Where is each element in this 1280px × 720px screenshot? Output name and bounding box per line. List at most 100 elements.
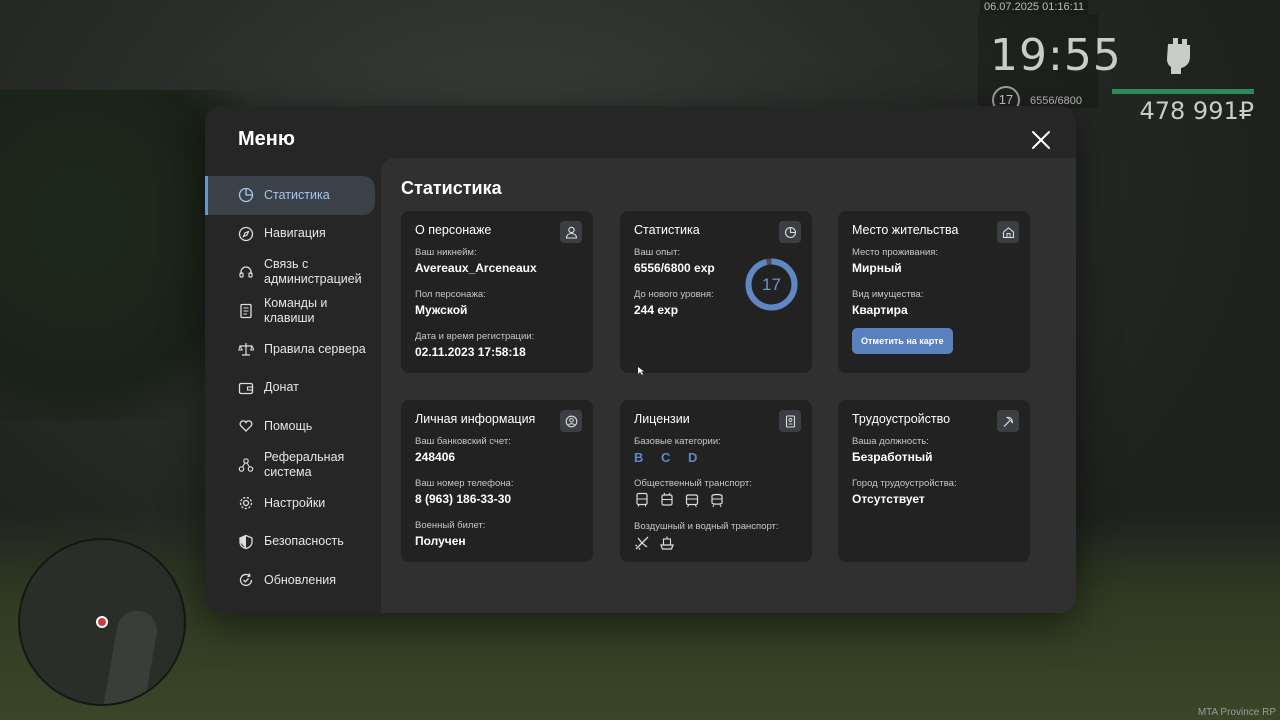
user-circle-icon	[565, 415, 577, 427]
pie-chart-icon	[238, 188, 254, 203]
registration-label: Дата и время регистрации:	[415, 331, 535, 342]
card-character: О персонаже Ваш никнейм: Avereaux_Arcene…	[401, 211, 593, 373]
military-id-value: Получен	[415, 534, 466, 548]
gender-label: Пол персонажа:	[415, 289, 486, 300]
sidebar-item-label: Связь с администрацией	[264, 257, 362, 287]
sidebar-item-admin-contact[interactable]: Связь с администрацией	[205, 253, 381, 292]
close-button[interactable]	[1029, 128, 1053, 152]
wallet-icon	[238, 382, 254, 394]
military-id-label: Военный билет:	[415, 520, 486, 531]
home-icon	[1002, 226, 1014, 238]
sidebar-item-label: Донат	[264, 380, 299, 395]
menu-window: Меню Статистика Навигация Связь с админи…	[205, 106, 1076, 613]
watermark: MTA Province RP	[1197, 707, 1276, 718]
sidebar-item-updates[interactable]: Обновления	[205, 561, 381, 600]
document-icon	[240, 303, 252, 318]
sidebar-item-commands[interactable]: Команды и клавиши	[205, 292, 381, 331]
sidebar-item-donate[interactable]: Донат	[205, 369, 381, 408]
sidebar-item-label: Правила сервера	[264, 341, 366, 356]
residence-place-value: Мирный	[852, 261, 902, 275]
sidebar-item-label: Настройки	[264, 495, 326, 510]
card-residence: Место жительства Место проживания: Мирны…	[838, 211, 1030, 373]
sidebar-item-rules[interactable]: Правила сервера	[205, 330, 381, 369]
content-panel: Статистика О персонаже Ваш никнейм: Aver…	[381, 158, 1076, 613]
card-title: Трудоустройство	[852, 412, 951, 426]
headset-icon	[239, 266, 253, 278]
sidebar-item-navigation[interactable]: Навигация	[205, 215, 381, 254]
position-value: Безработный	[852, 450, 933, 464]
nickname-value: Avereaux_Arceneaux	[415, 261, 537, 275]
gear-icon	[239, 497, 253, 510]
card-title: Лицензии	[634, 412, 690, 426]
heart-hand-icon	[239, 420, 253, 433]
license-icon	[785, 414, 795, 428]
sidebar: Статистика Навигация Связь с администрац…	[205, 176, 381, 600]
sidebar-item-label: Помощь	[264, 418, 313, 433]
page-title: Статистика	[401, 178, 502, 198]
card-icon-box	[779, 221, 801, 243]
air-water-transport-label: Воздушный и водный транспорт:	[634, 521, 779, 532]
registration-value: 02.11.2023 17:58:18	[415, 345, 526, 359]
base-categories-label: Базовые категории:	[634, 436, 721, 447]
sidebar-item-label: Безопасность	[264, 534, 344, 549]
air-water-transport-icons	[634, 535, 798, 551]
card-personal-info: Личная информация Ваш банковский счет: 2…	[401, 400, 593, 562]
card-title: Место жительства	[852, 223, 959, 237]
license-categories: B C D	[634, 450, 705, 465]
shield-icon	[239, 534, 253, 549]
scales-icon	[238, 343, 254, 356]
network-icon	[238, 457, 254, 472]
boat-icon	[660, 536, 674, 550]
job-city-value: Отсутствует	[852, 492, 925, 506]
nickname-label: Ваш никнейм:	[415, 247, 477, 258]
card-icon-box	[560, 221, 582, 243]
airplane-icon	[635, 536, 649, 550]
property-type-value: Квартира	[852, 303, 908, 317]
sidebar-item-help[interactable]: Помощь	[205, 407, 381, 446]
card-title: О персонаже	[415, 223, 492, 237]
card-licenses: Лицензии Базовые категории: B C D Общест…	[620, 400, 812, 562]
level-number: 17	[762, 275, 781, 294]
pie-chart-icon	[784, 226, 796, 238]
metro-icon	[711, 493, 723, 508]
card-title: Статистика	[634, 223, 700, 237]
sidebar-item-label: Команды и клавиши	[264, 295, 328, 325]
mouse-cursor	[638, 367, 644, 375]
job-city-label: Город трудоустройства:	[852, 478, 957, 489]
phone-label: Ваш номер телефона:	[415, 478, 514, 489]
card-statistics: Статистика Ваш опыт: 6556/6800 exp До но…	[620, 211, 812, 373]
compass-icon	[238, 226, 254, 241]
sidebar-item-settings[interactable]: Настройки	[205, 484, 381, 523]
bank-account-label: Ваш банковский счет:	[415, 436, 511, 447]
user-icon	[565, 226, 577, 239]
sidebar-item-referral[interactable]: Реферальная система	[205, 446, 381, 485]
card-title: Личная информация	[415, 412, 536, 426]
pickaxe-icon	[1003, 416, 1013, 427]
hud-health-bar	[1112, 89, 1254, 94]
property-type-label: Вид имущества:	[852, 289, 924, 300]
tram-icon	[685, 494, 699, 508]
phone-value: 8 (963) 186-33-30	[415, 492, 512, 506]
card-icon-box	[779, 410, 801, 432]
mark-on-map-button[interactable]: Отметить на карте	[852, 328, 953, 354]
card-employment: Трудоустройство Ваша должность: Безработ…	[838, 400, 1030, 562]
sidebar-item-label: Статистика	[264, 187, 330, 202]
residence-place-label: Место проживания:	[852, 247, 939, 258]
minimap	[18, 538, 186, 706]
hud-money: 478 991₽	[1139, 97, 1254, 125]
position-label: Ваша должность:	[852, 436, 929, 447]
hud-clock: 19:55	[990, 30, 1122, 81]
sidebar-item-statistics[interactable]: Статистика	[205, 176, 375, 215]
sidebar-item-label: Реферальная система	[264, 449, 345, 479]
menu-title: Меню	[238, 128, 295, 150]
card-icon-box	[560, 410, 582, 432]
card-icon-box	[997, 221, 1019, 243]
fist-icon	[1167, 38, 1190, 74]
bank-account-value: 248406	[415, 450, 456, 464]
trolleybus-icon	[661, 492, 673, 506]
sidebar-item-security[interactable]: Безопасность	[205, 523, 381, 562]
update-icon	[239, 573, 253, 587]
sidebar-item-label: Обновления	[264, 572, 336, 587]
public-transport-label: Общественный транспорт:	[634, 478, 752, 489]
gender-value: Мужской	[415, 303, 468, 317]
